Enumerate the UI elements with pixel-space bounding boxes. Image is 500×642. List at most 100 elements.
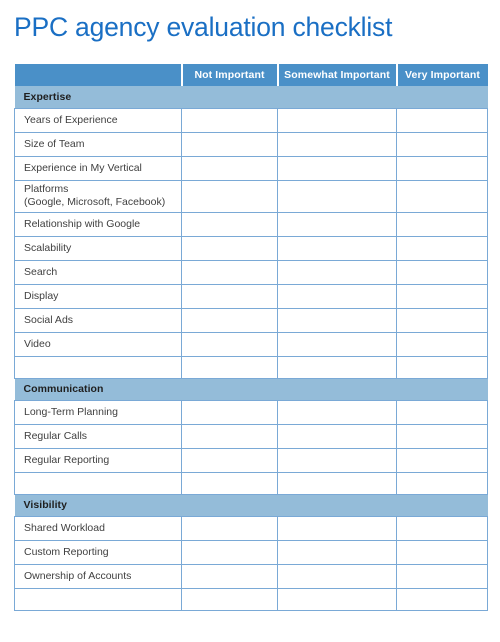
spacer-checkbox-cell[interactable] [396,587,488,611]
row-label-cell: Size of Team [14,131,182,157]
rating-cell-very-important[interactable] [396,131,488,157]
table-header-row: Not Important Somewhat Important Very Im… [14,64,488,86]
rating-cell-not-important[interactable] [181,155,278,181]
rating-cell-not-important[interactable] [181,211,278,237]
rating-cell-very-important[interactable] [396,107,488,133]
rating-cell-somewhat-important[interactable] [277,331,397,357]
rating-cell-somewhat-important[interactable] [277,447,397,473]
row-label: Social Ads [24,313,74,326]
rating-cell-not-important[interactable] [181,331,278,357]
rating-cell-very-important[interactable] [396,423,488,449]
spacer-row [14,355,488,379]
spacer-checkbox-cell[interactable] [396,355,488,379]
row-label: Platforms [24,183,69,195]
rating-cell-very-important[interactable] [396,211,488,237]
row-label-cell: Relationship with Google [14,211,182,237]
section-header-row: Visibility [14,494,488,516]
table-row: Regular Reporting [14,447,488,473]
spacer-checkbox-cell[interactable] [181,587,278,611]
section-header-cell: Expertise [14,86,488,108]
table-row: Shared Workload [14,515,488,541]
row-label: Ownership of Accounts [24,569,132,582]
rating-cell-somewhat-important[interactable] [277,155,397,181]
table-row: Display [14,283,488,309]
rating-cell-very-important[interactable] [396,235,488,261]
spacer-checkbox-cell[interactable] [277,587,397,611]
rating-cell-very-important[interactable] [396,539,488,565]
rating-cell-somewhat-important[interactable] [277,179,397,213]
rating-cell-somewhat-important[interactable] [277,259,397,285]
spacer-checkbox-cell[interactable] [396,471,488,495]
column-header-very-important: Very Important [395,64,488,86]
rating-cell-somewhat-important[interactable] [277,107,397,133]
rating-cell-very-important[interactable] [396,563,488,589]
table-header: Not Important Somewhat Important Very Im… [14,64,488,86]
rating-cell-very-important[interactable] [396,179,488,213]
rating-cell-not-important[interactable] [181,399,278,425]
rating-cell-not-important[interactable] [181,515,278,541]
rating-cell-not-important[interactable] [181,131,278,157]
rating-cell-very-important[interactable] [396,307,488,333]
table-row: Social Ads [14,307,488,333]
section-header-cell: Visibility [14,494,488,516]
row-label: Size of Team [24,137,85,150]
rating-cell-somewhat-important[interactable] [277,211,397,237]
row-label-cell: Regular Calls [14,423,182,449]
checklist-table-wrapper: Not Important Somewhat Important Very Im… [14,64,488,611]
row-label: Regular Reporting [24,453,110,466]
spacer-checkbox-cell[interactable] [277,471,397,495]
table-row: Video [14,331,488,357]
rating-cell-not-important[interactable] [181,539,278,565]
rating-cell-not-important[interactable] [181,423,278,449]
table-row: Search [14,259,488,285]
rating-cell-not-important[interactable] [181,107,278,133]
rating-cell-not-important[interactable] [181,447,278,473]
rating-cell-somewhat-important[interactable] [277,307,397,333]
spacer-checkbox-cell[interactable] [181,471,278,495]
row-label: Search [24,265,58,278]
rating-cell-very-important[interactable] [396,447,488,473]
table-row: Years of Experience [14,107,488,133]
rating-cell-not-important[interactable] [181,563,278,589]
rating-cell-somewhat-important[interactable] [277,399,397,425]
rating-cell-not-important[interactable] [181,179,278,213]
section-header-label: Visibility [23,499,67,511]
checklist-page: PPC agency evaluation checklist Not Impo… [0,0,500,642]
row-label-cell: Social Ads [14,307,182,333]
row-label: Relationship with Google [24,217,141,230]
rating-cell-very-important[interactable] [396,331,488,357]
rating-cell-somewhat-important[interactable] [277,423,397,449]
column-header-item [14,64,183,86]
table-row: Scalability [14,235,488,261]
rating-cell-very-important[interactable] [396,155,488,181]
rating-cell-not-important[interactable] [181,235,278,261]
rating-cell-not-important[interactable] [181,259,278,285]
table-row: Size of Team [14,131,488,157]
table-row: Ownership of Accounts [14,563,488,589]
rating-cell-very-important[interactable] [396,283,488,309]
row-label: Shared Workload [24,521,105,534]
table-row: Experience in My Vertical [14,155,488,181]
row-label-cell: Regular Reporting [14,447,182,473]
rating-cell-very-important[interactable] [396,259,488,285]
page-title: PPC agency evaluation checklist [14,12,393,42]
rating-cell-somewhat-important[interactable] [277,131,397,157]
row-label-cell: Experience in My Vertical [14,155,182,181]
rating-cell-somewhat-important[interactable] [277,283,397,309]
rating-cell-not-important[interactable] [181,307,278,333]
rating-cell-somewhat-important[interactable] [277,235,397,261]
rating-cell-not-important[interactable] [181,283,278,309]
rating-cell-very-important[interactable] [396,515,488,541]
row-label-cell: Display [14,283,182,309]
section-header-label: Communication [23,383,104,395]
spacer-checkbox-cell[interactable] [277,355,397,379]
rating-cell-somewhat-important[interactable] [277,563,397,589]
rating-cell-somewhat-important[interactable] [277,515,397,541]
rating-cell-very-important[interactable] [396,399,488,425]
row-label: Custom Reporting [24,545,109,558]
row-label-cell: Long-Term Planning [14,399,182,425]
spacer-label-cell [14,355,182,379]
rating-cell-somewhat-important[interactable] [277,539,397,565]
spacer-checkbox-cell[interactable] [181,355,278,379]
row-label-cell: Search [14,259,182,285]
